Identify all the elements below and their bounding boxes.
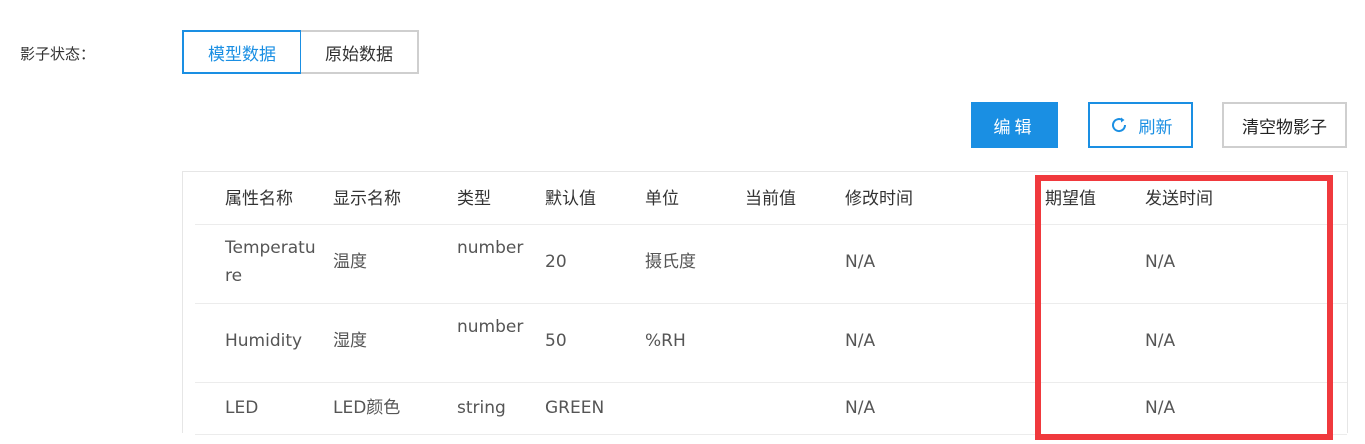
cell-default-value: GREEN: [545, 398, 605, 418]
cell-unit: 摄氏度: [645, 252, 696, 272]
cell-display-name: 温度: [333, 252, 367, 272]
cell-sent-time: N/A: [1145, 398, 1176, 418]
edit-button-label: 编辑: [993, 117, 1036, 138]
cell-modified-time: N/A: [845, 398, 876, 418]
header-current-value: 当前值: [745, 189, 796, 209]
cell-property-name: Humidity: [225, 331, 303, 351]
clear-shadow-button[interactable]: 清空物影子: [1222, 102, 1347, 148]
cell-default-value: 50: [545, 331, 567, 351]
header-type: 类型: [457, 189, 491, 209]
cell-type: number: [457, 317, 524, 337]
property-table: 属性名称 显示名称 类型 默认值 单位 当前值 修改时间 期望值 发送时间 Te…: [182, 171, 1348, 435]
tab-model-data[interactable]: 模型数据: [182, 30, 302, 74]
header-display-name: 显示名称: [333, 189, 401, 209]
cell-sent-time: N/A: [1145, 252, 1176, 272]
header-modified-time: 修改时间: [845, 189, 913, 209]
cell-type: number: [457, 238, 524, 258]
cell-modified-time: N/A: [845, 331, 876, 351]
shadow-status-label: 影子状态：: [20, 45, 96, 63]
cell-property-name: LED: [225, 398, 259, 418]
cell-type: string: [457, 398, 506, 418]
refresh-icon: [1111, 117, 1126, 133]
clear-shadow-button-label: 清空物影子: [1242, 117, 1327, 138]
cell-unit: %RH: [645, 331, 686, 351]
refresh-button-label: 刷新: [1138, 117, 1173, 138]
table-row: Humidity 湿度 number 50 %RH N/A N/A: [195, 303, 1347, 383]
tab-raw-data[interactable]: 原始数据: [301, 30, 419, 74]
table-row: LED LED颜色 string GREEN N/A N/A: [195, 382, 1347, 435]
header-expected-value: 期望值: [1045, 189, 1096, 209]
table-header-row: 属性名称 显示名称 类型 默认值 单位 当前值 修改时间 期望值 发送时间: [195, 172, 1347, 225]
cell-property-name: Temperature: [225, 238, 316, 286]
cell-default-value: 20: [545, 252, 567, 272]
header-property-name: 属性名称: [225, 189, 293, 209]
header-unit: 单位: [645, 189, 679, 209]
cell-sent-time: N/A: [1145, 331, 1176, 351]
refresh-button[interactable]: 刷新: [1088, 102, 1193, 148]
edit-button[interactable]: 编辑: [971, 102, 1058, 148]
cell-modified-time: N/A: [845, 252, 876, 272]
header-default-value: 默认值: [545, 189, 596, 209]
cell-display-name: LED颜色: [333, 398, 401, 418]
header-sent-time: 发送时间: [1145, 189, 1213, 209]
cell-display-name: 湿度: [333, 331, 367, 351]
table-row: Temperature 温度 number 20 摄氏度 N/A N/A: [195, 224, 1347, 304]
